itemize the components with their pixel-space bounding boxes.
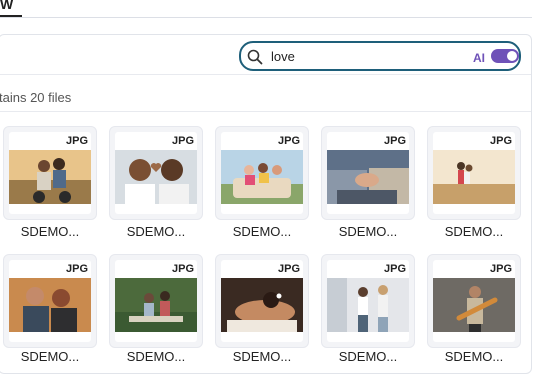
- thumbnail-holding-hands: [327, 150, 409, 204]
- file-type-badge: JPG: [171, 263, 194, 275]
- ai-toggle[interactable]: [491, 49, 519, 63]
- thumbnail-man-guitar: [433, 278, 515, 332]
- file-card[interactable]: JPG: [427, 254, 521, 348]
- card-inner: JPG: [115, 132, 197, 214]
- thumbnail-couple-laughing: [9, 278, 91, 332]
- file-name[interactable]: SDEMO...: [109, 224, 203, 239]
- file-type-badge: JPG: [383, 263, 406, 275]
- file-name[interactable]: SDEMO...: [215, 349, 309, 364]
- file-card[interactable]: JPG: [3, 254, 97, 348]
- file-name[interactable]: SDEMO...: [427, 224, 521, 239]
- thumbnail-couple-field: [433, 150, 515, 204]
- card-inner: JPG: [221, 132, 303, 214]
- search-input[interactable]: [271, 47, 451, 65]
- file-card[interactable]: JPG: [215, 126, 309, 220]
- file-type-badge: JPG: [489, 135, 512, 147]
- thumbnail-woman-massage: [221, 278, 303, 332]
- file-type-badge: JPG: [277, 263, 300, 275]
- file-card[interactable]: JPG: [3, 126, 97, 220]
- file-type-badge: JPG: [489, 263, 512, 275]
- sub-divider: [0, 111, 531, 112]
- card-inner: JPG: [327, 260, 409, 342]
- ai-label: AI: [473, 51, 485, 65]
- file-name[interactable]: SDEMO...: [3, 224, 97, 239]
- file-name[interactable]: SDEMO...: [321, 349, 415, 364]
- card-inner: JPG: [115, 260, 197, 342]
- file-card[interactable]: JPG: [109, 254, 203, 348]
- card-inner: JPG: [9, 260, 91, 342]
- search-box[interactable]: AI: [239, 41, 521, 71]
- thumbnail-heart-hands: [115, 150, 197, 204]
- panel-toolbar: AI: [0, 35, 531, 75]
- search-icon: [247, 49, 263, 65]
- file-name[interactable]: SDEMO...: [109, 349, 203, 364]
- card-inner: JPG: [433, 132, 515, 214]
- file-type-badge: JPG: [65, 135, 88, 147]
- file-type-badge: JPG: [171, 135, 194, 147]
- file-type-badge: JPG: [65, 263, 88, 275]
- card-inner: JPG: [221, 260, 303, 342]
- file-card[interactable]: JPG: [427, 126, 521, 220]
- file-name[interactable]: SDEMO...: [3, 349, 97, 364]
- top-divider: [0, 17, 532, 18]
- file-name[interactable]: SDEMO...: [321, 224, 415, 239]
- file-name[interactable]: SDEMO...: [215, 224, 309, 239]
- file-name[interactable]: SDEMO...: [427, 349, 521, 364]
- thumbnail-friends-car: [221, 150, 303, 204]
- card-inner: JPG: [433, 260, 515, 342]
- file-card[interactable]: JPG: [215, 254, 309, 348]
- thumbnail-couple-picnic: [115, 278, 197, 332]
- thumbnail-couple-motorbike: [9, 150, 91, 204]
- file-type-badge: JPG: [383, 135, 406, 147]
- ai-toggle-knob: [507, 51, 517, 61]
- file-type-badge: JPG: [277, 135, 300, 147]
- card-inner: JPG: [9, 132, 91, 214]
- top-tab-strip: W: [0, 0, 544, 20]
- file-count-text: tains 20 files: [0, 90, 72, 105]
- top-tab-label[interactable]: W: [0, 0, 13, 11]
- card-inner: JPG: [327, 132, 409, 214]
- files-panel: AI tains 20 files JPG SDEMO... JPG: [0, 34, 532, 374]
- file-card[interactable]: JPG: [109, 126, 203, 220]
- file-card[interactable]: JPG: [321, 254, 415, 348]
- file-card[interactable]: JPG: [321, 126, 415, 220]
- thumbnail-couple-dancing: [327, 278, 409, 332]
